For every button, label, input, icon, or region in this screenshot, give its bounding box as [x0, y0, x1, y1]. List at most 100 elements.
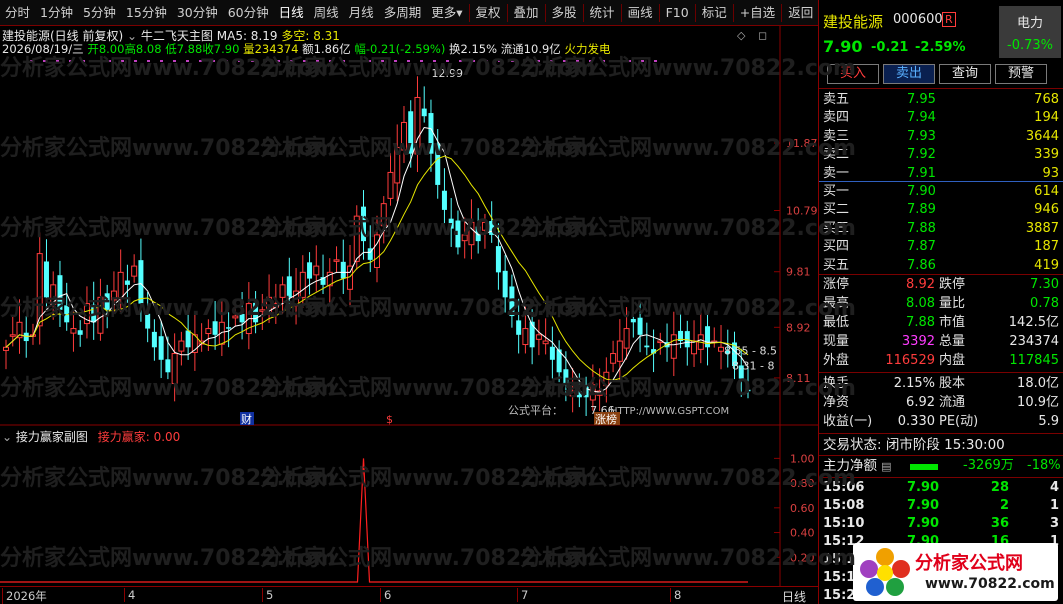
stock-badge-text: R	[945, 13, 953, 26]
candle-body-down	[563, 369, 569, 385]
candle-body-down	[705, 326, 711, 348]
main-flow-pct: -18%	[1027, 458, 1061, 473]
tick-time: 15:08	[823, 498, 865, 513]
main-flow-value: -3269万	[963, 458, 1014, 473]
marker-dot	[277, 60, 280, 62]
book-row[interactable]: 买四 7.87 187	[823, 238, 1059, 256]
period-tab-5[interactable]: 60分钟	[223, 0, 274, 26]
bar-change: 幅-0.21(-2.59%)	[354, 42, 446, 56]
book-row[interactable]: 卖五 7.95 768	[823, 91, 1059, 109]
period-tab-1[interactable]: 1分钟	[35, 0, 78, 26]
book-level: 买四	[823, 239, 850, 255]
period-tab-4[interactable]: 30分钟	[172, 0, 223, 26]
tool-button-3[interactable]: 统计	[585, 0, 620, 26]
candle-body-down	[286, 276, 292, 298]
book-row[interactable]: 买二 7.89 946	[823, 201, 1059, 219]
book-row[interactable]: 买三 7.88 3887	[823, 220, 1059, 238]
tick-time: 15:06	[823, 480, 865, 495]
chart-info-line-2: 2026/08/19/三 开8.00高8.08 低7.88收7.90 量2343…	[2, 41, 610, 57]
period-tab-10[interactable]: 更多▾	[426, 0, 467, 26]
price-tick-label: 8.92	[786, 321, 811, 334]
list-icon[interactable]: ▤	[881, 460, 891, 473]
candle-body-down	[455, 220, 461, 248]
bar-sector: 火力发电	[564, 42, 611, 56]
candle-body-down	[151, 331, 157, 348]
tool-button-4[interactable]: 画线	[623, 0, 658, 26]
book-volume: 3887	[1025, 220, 1059, 236]
trade-button-3[interactable]: 预警	[995, 64, 1047, 84]
sub-toggle-icon[interactable]: ⌄	[2, 430, 12, 444]
book-row[interactable]: 买五 7.86 419	[823, 257, 1059, 275]
marker-dot	[615, 60, 618, 62]
marker-dot	[576, 60, 579, 62]
period-tab-2[interactable]: 5分钟	[78, 0, 121, 26]
stat-label: 最低	[823, 315, 850, 330]
tool-button-1[interactable]: 叠加	[509, 0, 544, 26]
sub-indicator-svg[interactable]: 1.00 0.80 0.60 0.40 0.20	[0, 426, 818, 586]
stat-label: 总量	[939, 334, 966, 349]
candle-body-down	[124, 280, 130, 285]
chart-toolbar: 分时 1分钟 5分钟 15分钟 30分钟 60分钟 日线 周线 月线 多周期 更多▾ 复权 叠加 多股统…	[0, 0, 818, 26]
candle-body-up	[481, 221, 488, 231]
marker-dot	[264, 60, 267, 62]
book-row[interactable]: 买一 7.90 614	[823, 183, 1059, 201]
tool-button-2[interactable]: 多股	[547, 0, 582, 26]
toolbar-separator	[582, 3, 584, 22]
stat-label: PE(动)	[939, 414, 979, 429]
tool-button-8[interactable]: 返回	[783, 0, 818, 26]
date-axis-period: 日线	[782, 590, 807, 604]
stat-value: 116529	[885, 353, 935, 368]
marker-dot	[173, 60, 176, 62]
marker-dot	[498, 60, 501, 62]
marker-dot	[290, 60, 293, 62]
candle-body-down	[421, 108, 427, 117]
diamond-icon[interactable]: ◇	[737, 29, 745, 42]
period-tab-0[interactable]: 分时	[0, 0, 35, 26]
trade-button-2[interactable]: 查询	[939, 64, 991, 84]
candle-body-up	[3, 346, 9, 351]
book-row[interactable]: 卖二 7.92 339	[823, 146, 1059, 164]
flower-logo-icon	[860, 548, 910, 596]
marker-dollar: $	[386, 413, 393, 426]
marker-dot	[472, 60, 475, 62]
tick-count: 1	[1049, 498, 1059, 513]
sector-box[interactable]: 电力 -0.73%	[999, 6, 1061, 58]
candle-body-up	[522, 328, 529, 346]
trade-button-1[interactable]: 卖出	[883, 64, 935, 84]
candle-body-up	[535, 334, 542, 340]
marker-dot	[511, 60, 514, 62]
main-kline-chart[interactable]: 11.87 10.79 9.81 8.92 8.11 12.99 7.66 公式平台： HTTP…	[0, 26, 818, 426]
book-price: 7.87	[907, 239, 936, 255]
sub-indicator-chart[interactable]: 1.00 0.80 0.60 0.40 0.20 ⌄ 接力赢家副图 接力赢家: 0.00	[0, 426, 818, 586]
period-tab-8[interactable]: 月线	[344, 0, 379, 26]
trade-button-0[interactable]: 买入	[827, 64, 879, 84]
period-tab-6[interactable]: 日线	[274, 0, 309, 26]
book-row[interactable]: 卖四 7.94 194	[823, 109, 1059, 127]
period-tab-9[interactable]: 多周期	[379, 0, 427, 26]
stat-label: 涨停	[823, 277, 850, 292]
period-tab-3[interactable]: 15分钟	[121, 0, 172, 26]
book-price: 7.89	[907, 202, 936, 218]
marker-dot	[602, 60, 605, 62]
window-close-icon[interactable]: ◻	[758, 29, 767, 42]
book-row[interactable]: 卖一 7.91 93	[823, 165, 1059, 183]
toolbar-separator	[544, 3, 546, 22]
tool-button-5[interactable]: F10	[661, 0, 694, 26]
toolbar-separator	[781, 3, 783, 22]
kline-svg[interactable]: 11.8710.799.818.928.1112.997.66公式平台： HTTP…	[0, 26, 818, 426]
marker-dot	[316, 60, 319, 62]
candle-body-up	[259, 309, 266, 312]
tool-button-0[interactable]: 复权	[471, 0, 506, 26]
stock-price: 7.90	[823, 37, 863, 56]
date-axis-label: 4	[124, 588, 135, 602]
book-row[interactable]: 卖三 7.93 3644	[823, 128, 1059, 146]
tick-volume: 28	[990, 480, 1009, 495]
tool-button-6[interactable]: 标记	[697, 0, 732, 26]
period-tab-7[interactable]: 周线	[309, 0, 344, 26]
candle-body-down	[637, 317, 643, 335]
more-dropdown-icon[interactable]: ▾	[456, 5, 462, 20]
tool-button-7[interactable]: +自选	[735, 0, 780, 26]
candle-body-down	[435, 143, 441, 185]
stock-badge[interactable]: R	[942, 12, 956, 27]
candle-body-up	[50, 284, 57, 305]
